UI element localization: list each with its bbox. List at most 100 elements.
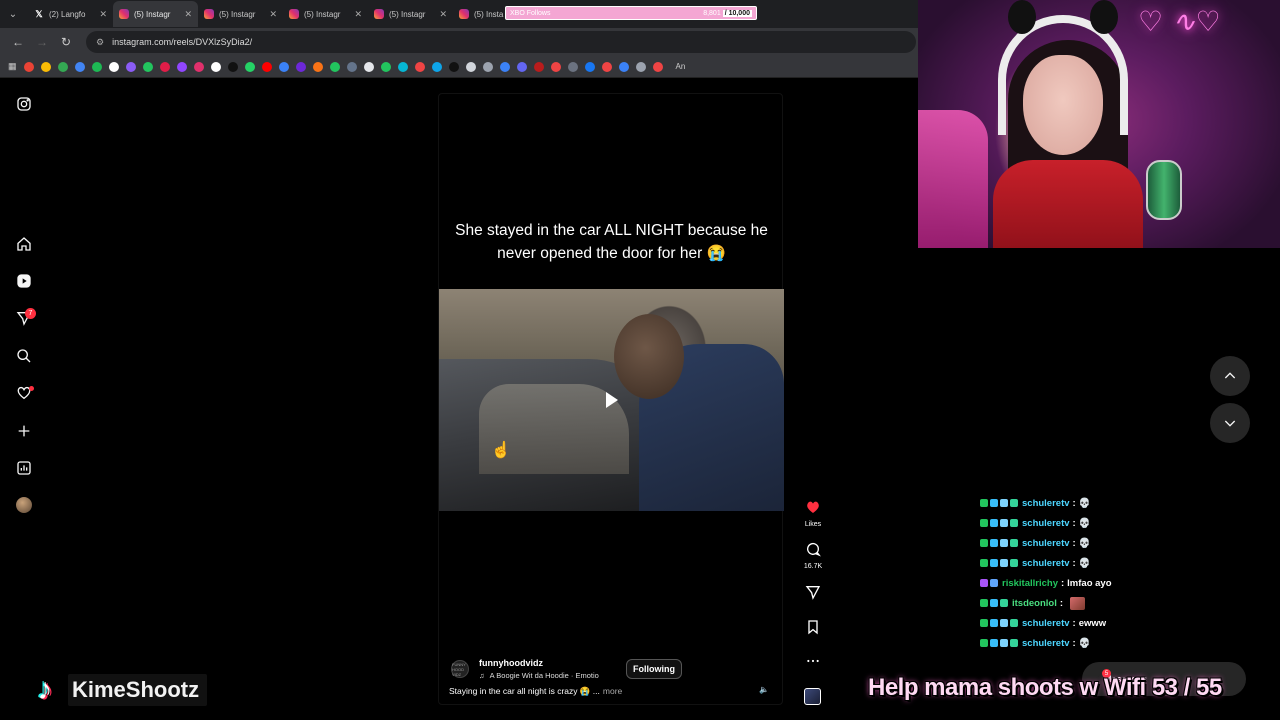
bookmark-favicon-icon[interactable] [142,61,153,72]
bookmarks-folder-label[interactable]: An [676,62,686,71]
apps-grid-icon[interactable]: ▦ [8,61,17,72]
volume-muted-icon[interactable]: 🔈 [759,685,771,697]
author-username[interactable]: funnyhoodvidz [479,658,543,668]
comments-count: 16.7K [803,563,823,570]
bookmark-favicon-icon[interactable] [210,61,221,72]
reel-caption[interactable]: Staying in the car all night is crazy 😭 … [449,686,622,697]
webcam-chair-shape [918,110,988,248]
bookmark-favicon-icon[interactable] [74,61,85,72]
url-text: instagram.com/reels/DVXlzSyDia2/ [112,37,253,47]
save-bookmark-icon[interactable] [800,619,826,640]
chat-username: schuleretv [1022,557,1070,569]
bookmark-favicon-icon[interactable] [533,61,544,72]
instagram-icon [459,9,469,19]
bookmark-favicon-icon[interactable] [125,61,136,72]
forward-icon[interactable]: → [32,32,52,52]
bookmark-favicon-icon[interactable] [244,61,255,72]
bookmark-favicon-icon[interactable] [601,61,612,72]
bookmark-favicon-icon[interactable] [278,61,289,72]
reel-audio-thumbnail[interactable] [804,688,821,705]
bookmark-favicon-icon[interactable] [584,61,595,72]
bookmark-favicon-icon[interactable] [227,61,238,72]
bookmark-favicon-icon[interactable] [567,61,578,72]
bookmark-favicon-icon[interactable] [312,61,323,72]
bookmark-favicon-icon[interactable] [91,61,102,72]
tiktok-username: KimeShootz [68,674,208,706]
author-avatar[interactable]: FUNNY HOOD VIDZ [451,660,469,678]
bookmark-favicon-icon[interactable] [499,61,510,72]
bookmark-favicon-icon[interactable] [516,61,527,72]
bookmark-favicon-icon[interactable] [431,61,442,72]
site-info-icon[interactable]: ⚙ [96,37,104,48]
chat-badge-icon [1000,639,1008,647]
chat-badge-icon [1010,499,1018,507]
bookmark-favicon-icon[interactable] [482,61,493,72]
close-tab-icon[interactable]: ✕ [99,9,107,20]
next-reel-button[interactable] [1210,403,1250,443]
browser-tab[interactable]: (5) Instagr ✕ [283,1,368,27]
bookmark-favicon-icon[interactable] [380,61,391,72]
bookmark-favicon-icon[interactable] [295,61,306,72]
play-icon[interactable] [602,390,622,410]
reels-icon[interactable] [14,271,34,291]
close-tab-icon[interactable]: ✕ [354,9,362,20]
bookmark-favicon-icon[interactable] [176,61,187,72]
browser-tab[interactable]: (5) Instagr ✕ [368,1,453,27]
bookmark-favicon-icon[interactable] [193,61,204,72]
address-bar[interactable]: ⚙ instagram.com/reels/DVXlzSyDia2/ [86,31,916,53]
browser-tab[interactable]: (5) Instagr ✕ [198,1,283,27]
tab-search-chevron-icon[interactable]: ⌄ [4,5,22,23]
bookmarks-bar: ▦ An [0,56,918,78]
caption-more-link[interactable]: more [603,686,622,696]
bookmark-favicon-icon[interactable] [23,61,34,72]
bookmark-favicon-icon[interactable] [346,61,357,72]
chat-badge-icon [1000,519,1008,527]
close-tab-icon[interactable]: ✕ [439,9,447,20]
bookmark-favicon-icon[interactable] [261,61,272,72]
profile-avatar[interactable] [16,497,32,513]
bookmark-favicon-icon[interactable] [363,61,374,72]
bookmark-favicon-icon[interactable] [397,61,408,72]
bookmark-favicon-icon[interactable] [40,61,51,72]
chat-username: schuleretv [1022,637,1070,649]
more-options-icon[interactable] [800,653,826,674]
like-action[interactable]: Likes [800,499,826,528]
reload-icon[interactable]: ↻ [56,32,76,52]
reel-audio[interactable]: ♫ A Boogie Wit da Hoodie · Emotio [479,671,614,680]
bookmark-favicon-icon[interactable] [448,61,459,72]
bookmark-favicon-icon[interactable] [618,61,629,72]
back-icon[interactable]: ← [8,32,28,52]
reel-video-frame[interactable] [439,289,784,511]
home-icon[interactable] [14,234,34,254]
dashboard-icon[interactable] [14,458,34,478]
chat-separator: : [1072,497,1076,509]
bookmark-favicon-icon[interactable] [329,61,340,72]
comment-action[interactable]: 16.7K [800,541,826,570]
bookmark-favicon-icon[interactable] [108,61,119,72]
browser-tab[interactable]: (5) Instagr ✕ [113,1,198,27]
chat-message-text: 💀 [1078,497,1091,509]
search-icon[interactable] [14,346,34,366]
x-icon: 𝕏 [35,9,43,19]
reel-player[interactable]: She stayed in the car ALL NIGHT because … [438,93,784,705]
chat-badge-icon [980,639,988,647]
following-button[interactable]: Following [626,659,682,679]
bookmark-favicon-icon[interactable] [465,61,476,72]
chat-message: schuleretv: 💀 [980,555,1091,571]
create-plus-icon[interactable] [14,421,34,441]
chat-separator: : [1059,597,1064,609]
bookmark-favicon-icon[interactable] [414,61,425,72]
close-tab-icon[interactable]: ✕ [184,9,192,20]
bookmark-favicon-icon[interactable] [159,61,170,72]
previous-reel-button[interactable] [1210,356,1250,396]
browser-tab[interactable]: 𝕏 (2) Langfo ✕ [28,1,113,27]
bookmark-favicon-icon[interactable] [57,61,68,72]
share-icon[interactable] [800,584,826,605]
chat-badges [980,499,1018,507]
bookmark-favicon-icon[interactable] [635,61,646,72]
chat-badge-icon [990,559,998,567]
instagram-logo-icon[interactable] [14,94,34,114]
close-tab-icon[interactable]: ✕ [269,9,277,20]
bookmark-favicon-icon[interactable] [550,61,561,72]
bookmark-favicon-icon[interactable] [652,61,663,72]
